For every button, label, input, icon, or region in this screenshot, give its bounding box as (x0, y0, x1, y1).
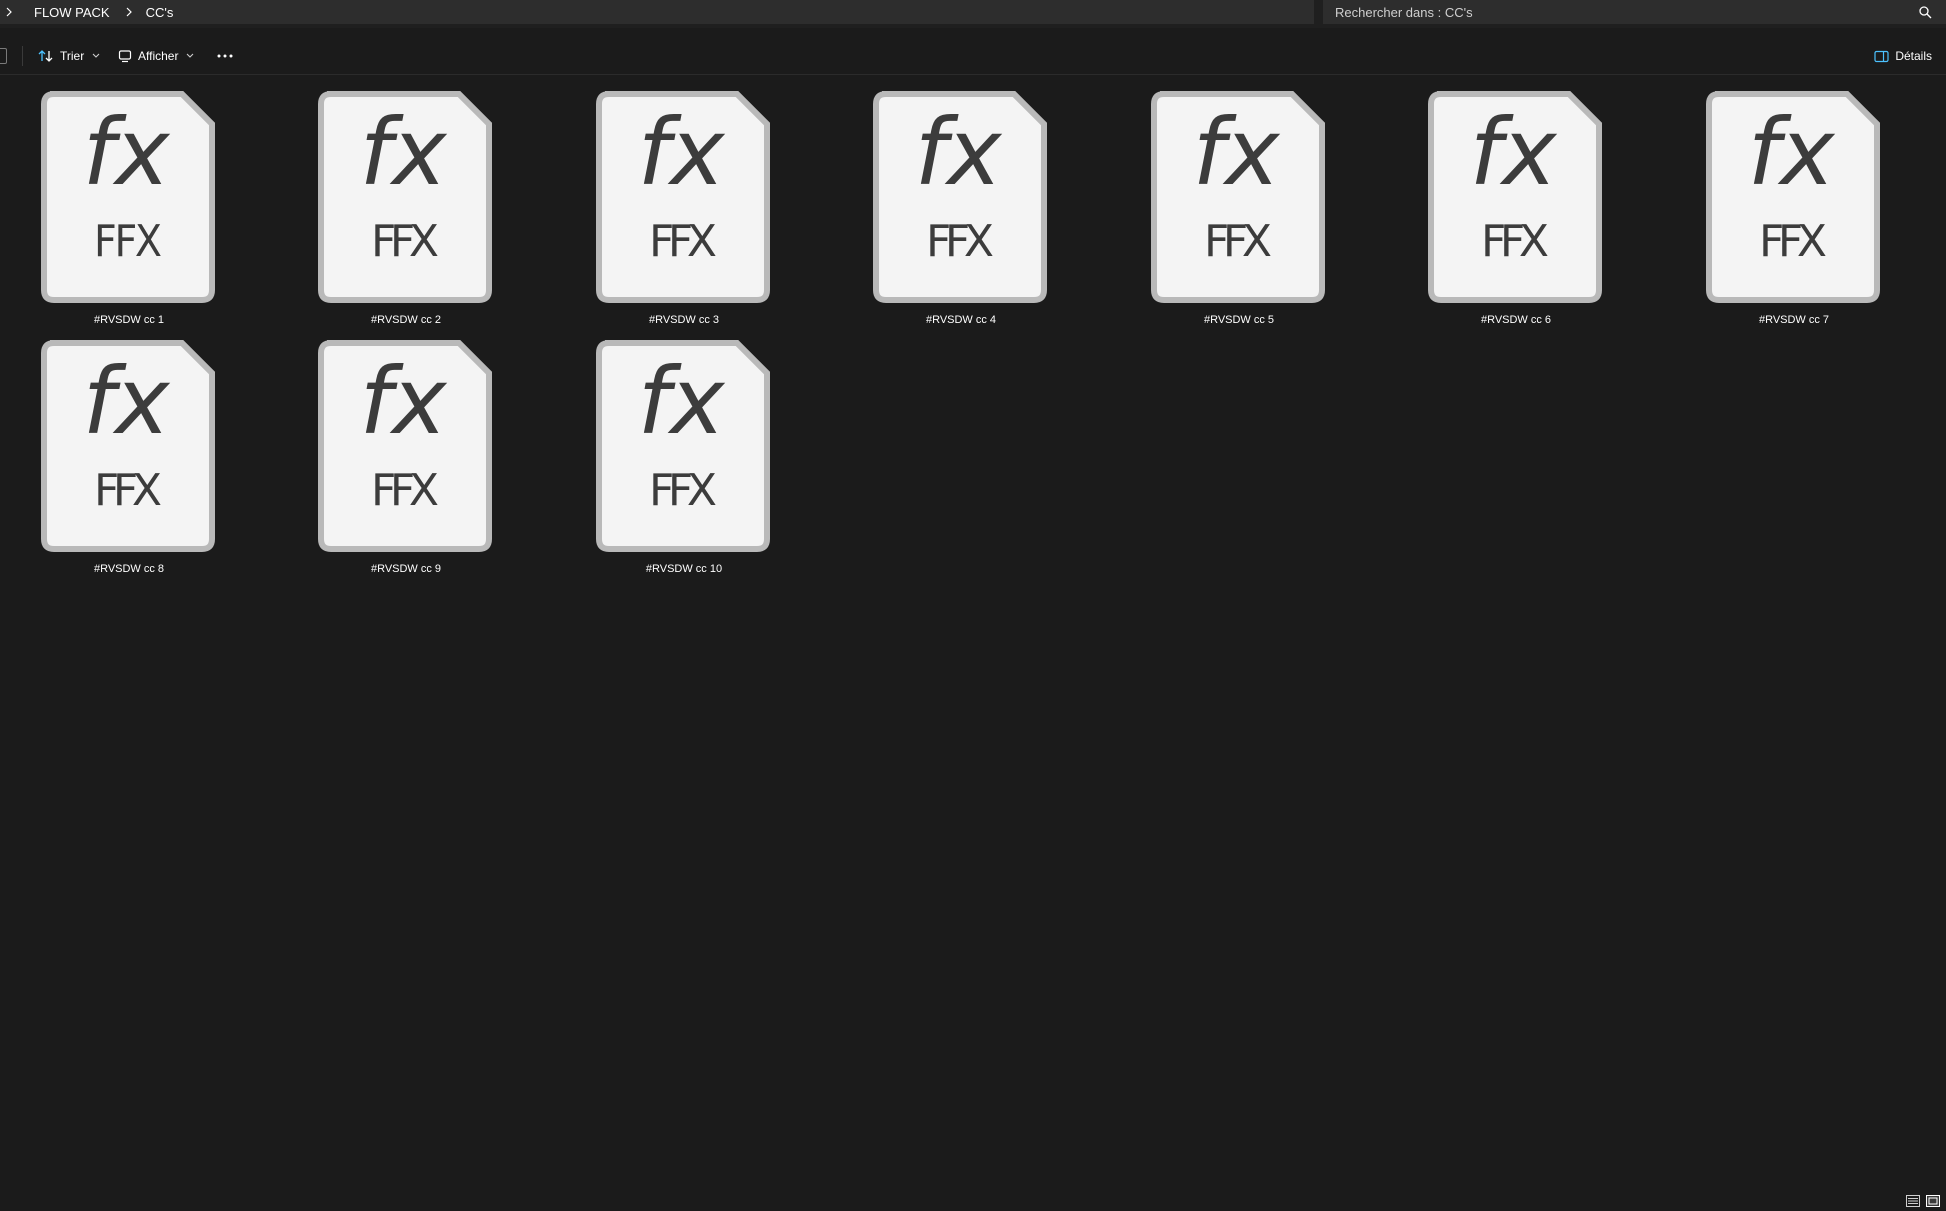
sort-label: Trier (60, 49, 85, 63)
sort-icon (38, 50, 53, 62)
svg-text:fx: fx (1748, 99, 1836, 206)
file-name: #RVSDW cc 6 (1480, 314, 1552, 326)
chevron-down-icon (187, 53, 194, 58)
ffx-file-icon: fx FFX (1428, 91, 1602, 303)
toolbar-divider (0, 74, 1946, 75)
file-name: #RVSDW cc 9 (370, 563, 442, 575)
details-pane-button[interactable]: Détails (1874, 42, 1932, 70)
file-name: #RVSDW cc 10 (645, 563, 723, 575)
sort-button[interactable]: Trier (38, 42, 100, 70)
svg-text:FFX: FFX (371, 216, 439, 267)
ffx-file-icon: fx FFX (41, 91, 215, 303)
svg-text:fx: fx (83, 348, 171, 455)
toolbar-separator (22, 46, 23, 66)
details-pane-icon (1874, 50, 1889, 62)
command-bar: Trier Afficher Détails (0, 38, 1946, 74)
file-name: #RVSDW cc 1 (93, 314, 165, 326)
svg-text:fx: fx (1193, 99, 1281, 206)
chevron-right-icon[interactable] (124, 7, 134, 17)
large-icons-view-icon[interactable] (1926, 1195, 1940, 1207)
file-item[interactable]: fx FFX #RVSDW cc 7 (1665, 88, 1880, 328)
more-options-button[interactable] (216, 42, 234, 70)
svg-text:fx: fx (360, 348, 448, 455)
ffx-file-icon: fx FFX (596, 91, 770, 303)
file-name: #RVSDW cc 5 (1203, 314, 1275, 326)
file-name: #RVSDW cc 4 (925, 314, 997, 326)
ffx-file-icon: fx FFX (41, 340, 215, 552)
view-label: Afficher (138, 49, 179, 63)
file-item[interactable]: fx FFX #RVSDW cc 3 (555, 88, 770, 328)
file-name: #RVSDW cc 8 (93, 563, 165, 575)
svg-text:FFX: FFX (649, 465, 717, 516)
svg-text:fx: fx (638, 99, 726, 206)
ffx-file-icon: fx FFX (1706, 91, 1880, 303)
title-bar: FLOW PACK CC's (0, 0, 1946, 28)
chevron-right-icon[interactable] (4, 7, 14, 17)
file-item[interactable]: fx FFX #RVSDW cc 8 (0, 337, 215, 577)
file-item[interactable]: fx FFX #RVSDW cc 4 (832, 88, 1047, 328)
view-button[interactable]: Afficher (118, 42, 194, 70)
search-box[interactable] (1323, 0, 1946, 24)
svg-text:FFX: FFX (371, 465, 439, 516)
details-view-icon[interactable] (1906, 1195, 1920, 1207)
svg-text:fx: fx (638, 348, 726, 455)
svg-text:FFX: FFX (1204, 216, 1272, 267)
svg-text:FFX: FFX (94, 465, 162, 516)
file-name: #RVSDW cc 7 (1758, 314, 1830, 326)
breadcrumb-item-ccs[interactable]: CC's (140, 5, 180, 20)
delete-icon[interactable] (0, 48, 7, 64)
svg-text:FFX: FFX (1759, 216, 1827, 267)
svg-text:fx: fx (1470, 99, 1558, 206)
breadcrumb-item-flow-pack[interactable]: FLOW PACK (28, 5, 116, 20)
file-item[interactable]: fx FFX #RVSDW cc 2 (277, 88, 492, 328)
file-item[interactable]: fx FFX #RVSDW cc 5 (1110, 88, 1325, 328)
file-item[interactable]: fx FFX #RVSDW cc 1 (0, 88, 215, 328)
chevron-down-icon (92, 53, 100, 58)
ffx-file-icon: fx FFX (1151, 91, 1325, 303)
svg-text:fx: fx (360, 99, 448, 206)
svg-text:FFX: FFX (94, 216, 162, 267)
search-icon[interactable] (1918, 5, 1932, 19)
details-label: Détails (1895, 49, 1932, 63)
svg-text:FFX: FFX (1481, 216, 1549, 267)
file-item[interactable]: fx FFX #RVSDW cc 10 (555, 337, 770, 577)
svg-text:fx: fx (83, 99, 171, 206)
svg-text:FFX: FFX (926, 216, 994, 267)
search-input[interactable] (1323, 0, 1918, 24)
file-item[interactable]: fx FFX #RVSDW cc 6 (1387, 88, 1602, 328)
ffx-file-icon: fx FFX (873, 91, 1047, 303)
monitor-icon (118, 50, 132, 63)
file-item[interactable]: fx FFX #RVSDW cc 9 (277, 337, 492, 577)
address-bar[interactable]: FLOW PACK CC's (0, 0, 1314, 24)
more-icon (217, 54, 233, 58)
status-bar (0, 1189, 1946, 1211)
ffx-file-icon: fx FFX (318, 340, 492, 552)
ffx-file-icon: fx FFX (596, 340, 770, 552)
svg-text:fx: fx (915, 99, 1003, 206)
ffx-file-icon: fx FFX (318, 91, 492, 303)
svg-text:FFX: FFX (649, 216, 717, 267)
file-name: #RVSDW cc 2 (370, 314, 442, 326)
file-name: #RVSDW cc 3 (648, 314, 720, 326)
